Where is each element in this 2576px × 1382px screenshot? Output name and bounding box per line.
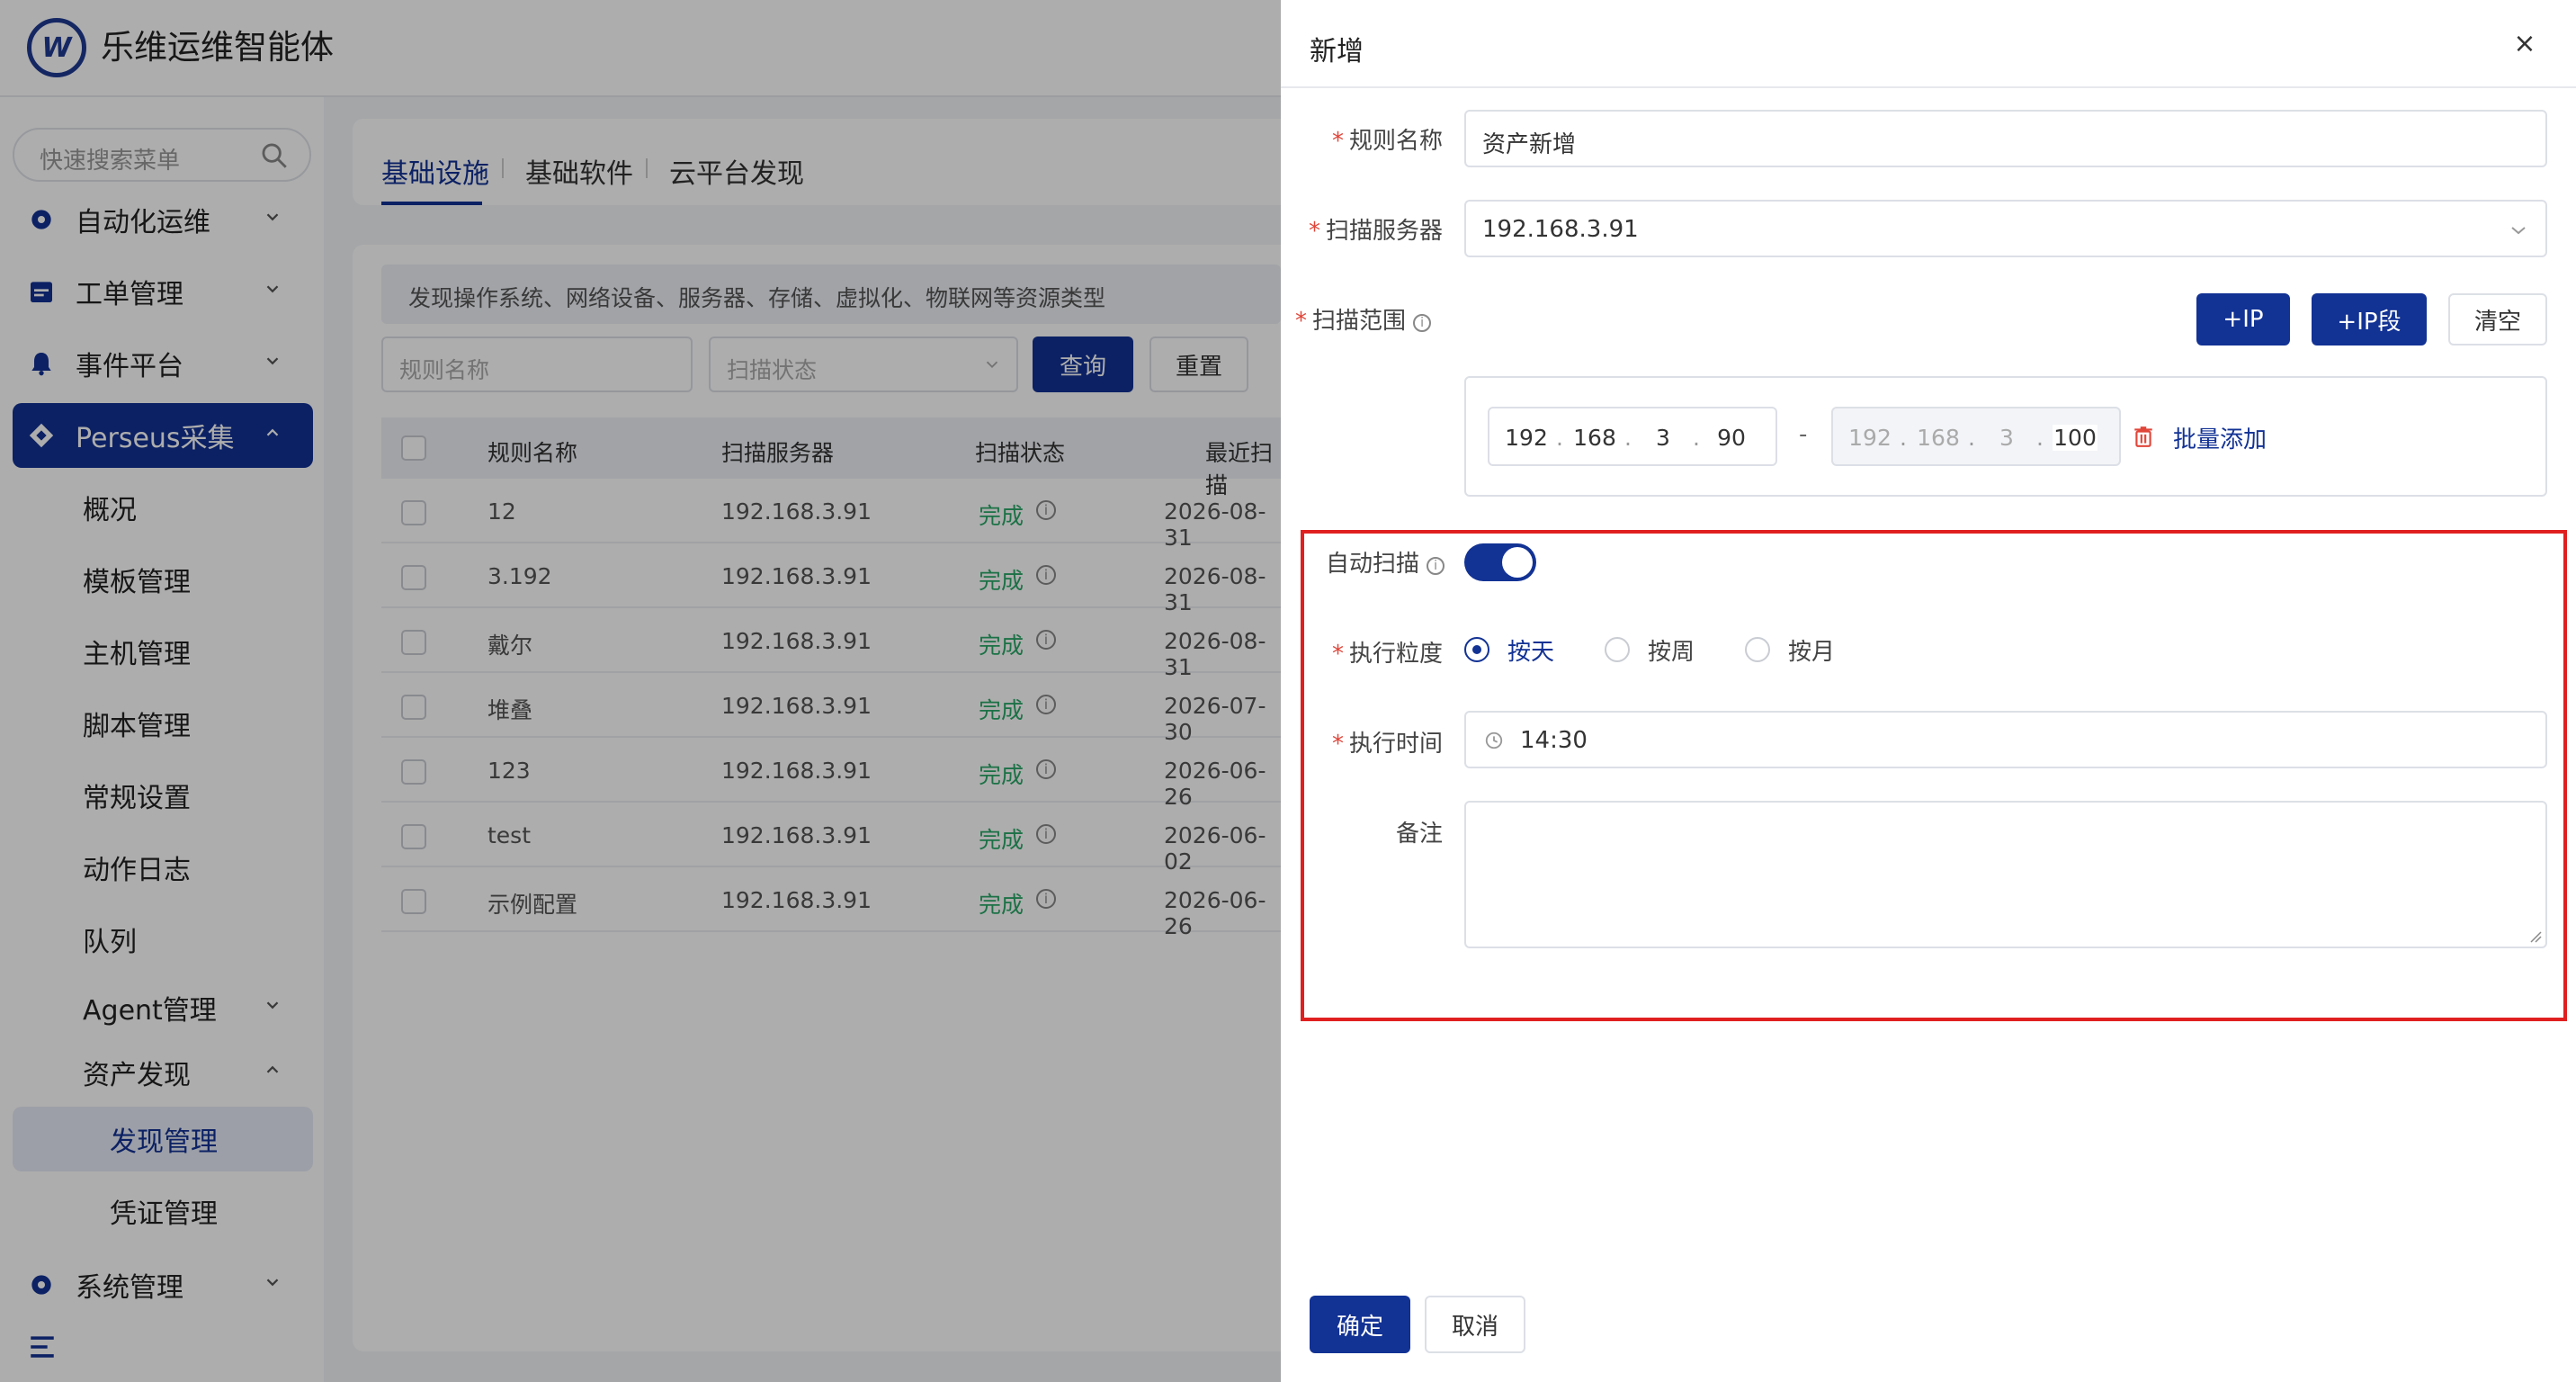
scan-server-select[interactable]: 192.168.3.91 bbox=[1464, 200, 2547, 257]
radio-weekly[interactable] bbox=[1605, 637, 1630, 662]
radio-monthly[interactable] bbox=[1745, 637, 1770, 662]
drawer-header bbox=[1281, 0, 2576, 88]
help-icon[interactable]: i bbox=[1413, 314, 1432, 332]
exec-time-label: * 执行时间 bbox=[1331, 731, 1443, 758]
confirm-button[interactable]: 确定 bbox=[1310, 1296, 1410, 1353]
required-mark: * bbox=[1331, 128, 1344, 155]
required-mark: * bbox=[1331, 641, 1344, 668]
toggle-knob bbox=[1502, 547, 1533, 578]
range-separator: - bbox=[1799, 421, 1808, 448]
delete-icon[interactable] bbox=[2132, 425, 2155, 448]
scan-server-label: * 扫描服务器 bbox=[1308, 218, 1443, 245]
cancel-button[interactable]: 取消 bbox=[1425, 1296, 1525, 1353]
ip-end-input[interactable]: 192 . 168 . 3 . 100 bbox=[1831, 407, 2121, 466]
ip-octet: 168 bbox=[1917, 425, 1960, 451]
required-mark: * bbox=[1295, 308, 1307, 335]
radio-daily[interactable] bbox=[1464, 637, 1489, 662]
scan-range-label: * 扫描范围 i bbox=[1295, 302, 1445, 336]
ip-dot: . bbox=[1624, 425, 1632, 451]
ip-octet[interactable]: 168 bbox=[1572, 425, 1617, 451]
ip-octet: 192 bbox=[1848, 425, 1892, 451]
batch-add-link[interactable]: 批量添加 bbox=[2173, 421, 2267, 454]
ip-start-input[interactable]: 192 . 168 . 3 . 90 bbox=[1488, 407, 1777, 466]
radio-weekly-label[interactable]: 按周 bbox=[1648, 633, 1695, 667]
modal-overlay[interactable] bbox=[0, 0, 1281, 1382]
rule-name-input[interactable]: 资产新增 bbox=[1464, 110, 2547, 167]
auto-scan-label: 自动扫描 i bbox=[1326, 545, 1446, 579]
chevron-down-icon bbox=[2511, 227, 2526, 235]
help-icon[interactable]: i bbox=[1427, 557, 1445, 575]
ip-octet[interactable]: 3 bbox=[1641, 425, 1686, 451]
rule-name-label: * 规则名称 bbox=[1331, 128, 1443, 155]
auto-scan-toggle[interactable] bbox=[1464, 543, 1536, 581]
scan-server-value: 192.168.3.91 bbox=[1482, 216, 1639, 243]
close-icon[interactable]: × bbox=[2511, 31, 2538, 58]
ip-dot: . bbox=[1556, 425, 1563, 451]
ip-dot: . bbox=[1900, 425, 1907, 451]
granularity-label: * 执行粒度 bbox=[1331, 641, 1443, 668]
radio-monthly-label[interactable]: 按月 bbox=[1788, 633, 1835, 667]
required-mark: * bbox=[1308, 218, 1320, 245]
ip-dot: . bbox=[1693, 425, 1700, 451]
drawer-title: 新增 bbox=[1310, 36, 1364, 67]
radio-daily-label[interactable]: 按天 bbox=[1507, 633, 1554, 667]
remark-label: 备注 bbox=[1395, 821, 1443, 848]
required-mark: * bbox=[1331, 731, 1344, 758]
ip-dot: . bbox=[1968, 425, 1975, 451]
clock-icon bbox=[1485, 731, 1503, 749]
ip-octet[interactable]: 90 bbox=[1709, 425, 1754, 451]
exec-time-input[interactable]: 14:30 bbox=[1464, 711, 2547, 768]
exec-time-value: 14:30 bbox=[1520, 727, 1588, 754]
ip-dot: . bbox=[2036, 425, 2044, 451]
ip-octet: 3 bbox=[1999, 425, 2014, 451]
remark-textarea[interactable] bbox=[1464, 801, 2547, 948]
clear-button[interactable]: 清空 bbox=[2448, 293, 2547, 346]
add-ip-button[interactable]: +IP bbox=[2196, 293, 2290, 346]
resize-handle-icon[interactable] bbox=[2527, 929, 2542, 943]
ip-octet[interactable]: 100 bbox=[2053, 425, 2097, 451]
ip-octet[interactable]: 192 bbox=[1504, 425, 1549, 451]
add-ip-range-button[interactable]: +IP段 bbox=[2312, 293, 2427, 346]
